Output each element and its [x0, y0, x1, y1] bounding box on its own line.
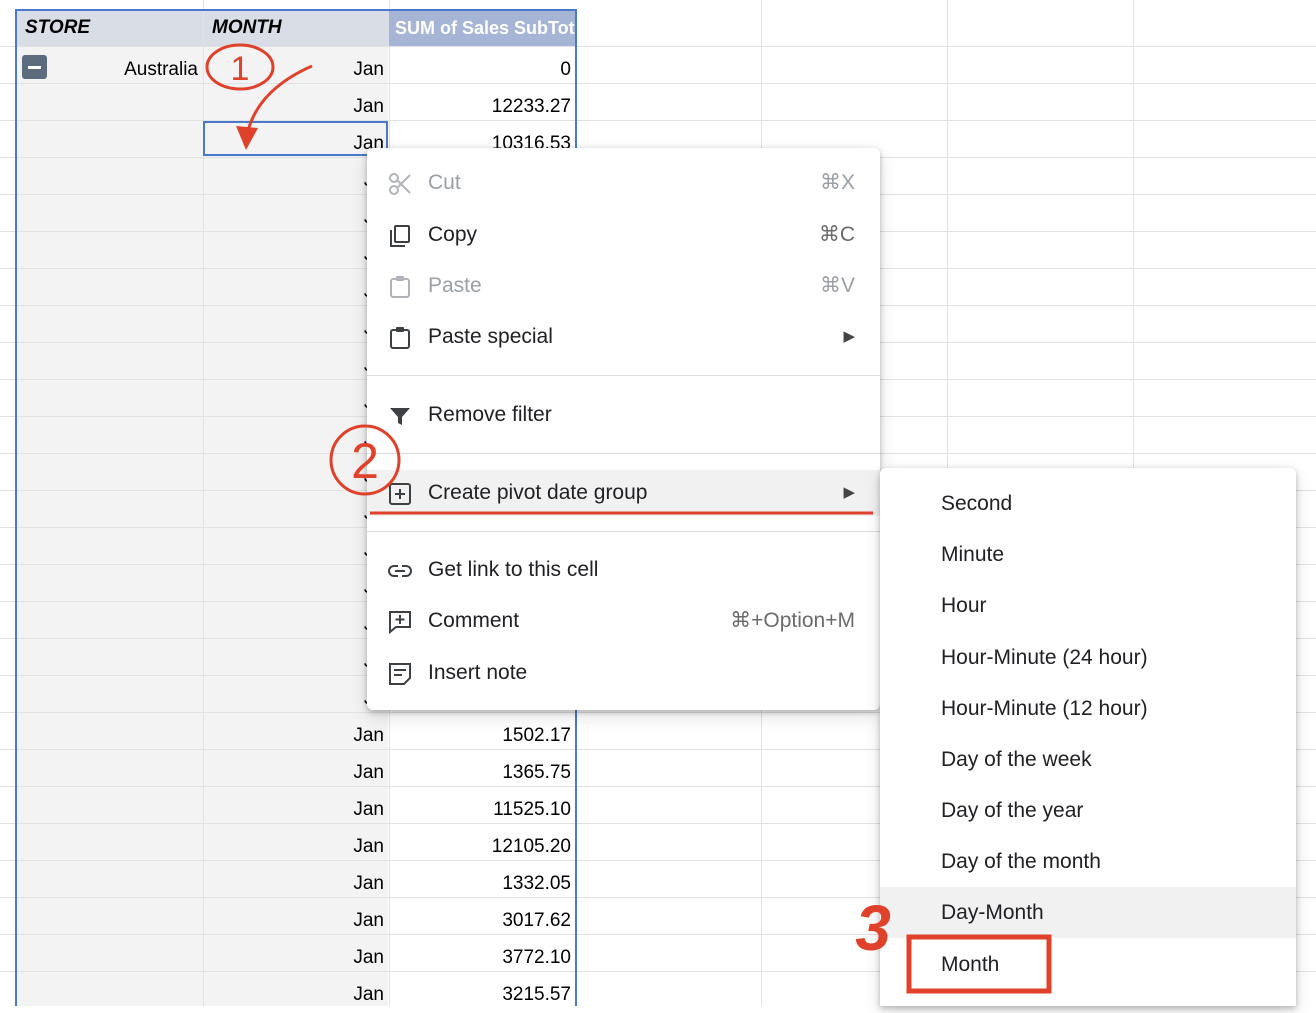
note-icon	[389, 663, 411, 685]
add-box-icon	[389, 483, 411, 505]
header-sum-sales[interactable]: SUM of Sales SubTotal	[389, 9, 576, 46]
month-cell[interactable]: Ja	[204, 643, 384, 680]
shortcut: ⌘+Option+M	[730, 609, 855, 632]
menu-label: Copy	[428, 223, 478, 246]
submenu-arrow-icon: ▶	[843, 328, 855, 345]
header-month[interactable]: MONTH	[204, 9, 389, 46]
month-cell[interactable]: Jan	[204, 865, 384, 902]
submenu-label: Hour-Minute (24 hour)	[941, 646, 1148, 669]
menu-item-comment[interactable]: Comment ⌘+Option+M	[367, 598, 880, 644]
month-cell[interactable]: Jan	[204, 828, 384, 865]
submenu-label: Minute	[941, 543, 1005, 566]
month-cell[interactable]: Ja	[204, 680, 384, 717]
month-cell[interactable]: Ja	[204, 162, 384, 199]
store-australia[interactable]: Australia	[60, 51, 198, 88]
month-cell[interactable]: Ja	[204, 606, 384, 643]
submenu-item-hour-minute-24[interactable]: Hour-Minute (24 hour)	[880, 632, 1296, 683]
pivot-border	[15, 9, 17, 1006]
selected-cell[interactable]	[203, 121, 388, 156]
submenu-arrow-icon: ▶	[843, 484, 855, 501]
submenu-label: Day of the week	[941, 748, 1092, 771]
shortcut: ⌘X	[819, 171, 855, 194]
submenu-label: Day of the year	[941, 799, 1084, 822]
month-cell[interactable]: Ja	[204, 310, 384, 347]
menu-label: Remove filter	[428, 403, 552, 426]
submenu-item-minute[interactable]: Minute	[880, 529, 1296, 580]
shortcut: ⌘V	[819, 274, 855, 297]
month-cell[interactable]: Jan	[204, 939, 384, 976]
sales-value-cell[interactable]: 3215.57	[390, 976, 571, 1013]
clipboard-icon	[390, 276, 410, 298]
month-cell[interactable]: Jan	[204, 717, 384, 754]
menu-item-insert-note[interactable]: Insert note	[367, 650, 880, 696]
date-group-submenu: Second Minute Hour Hour-Minute (24 hour)…	[880, 468, 1296, 1006]
month-cell[interactable]: Ja	[204, 199, 384, 236]
sales-value-cell[interactable]: 11525.10	[390, 791, 571, 828]
sales-value-cell[interactable]: 1332.05	[390, 865, 571, 902]
month-cell[interactable]: Jan	[204, 754, 384, 791]
month-cell[interactable]: Ja	[204, 273, 384, 310]
comment-icon	[389, 611, 411, 635]
shortcut: ⌘C	[818, 223, 855, 246]
month-cell[interactable]: Ja	[204, 458, 384, 495]
menu-item-cut[interactable]: Cut ⌘X	[367, 160, 880, 206]
menu-label: Comment	[428, 609, 520, 632]
copy-icon	[390, 225, 410, 247]
month-cell[interactable]: Ja	[204, 347, 384, 384]
month-cell[interactable]: Ja	[204, 384, 384, 421]
submenu-item-month[interactable]: Month	[880, 939, 1296, 990]
sales-value-cell[interactable]: 0	[390, 51, 571, 88]
submenu-label: Day of the month	[941, 850, 1101, 873]
month-cell[interactable]: Jan	[204, 902, 384, 939]
submenu-label: Hour-Minute (12 hour)	[941, 697, 1148, 720]
month-cell[interactable]: Jan	[204, 791, 384, 828]
filter-icon	[390, 408, 410, 425]
menu-label: Insert note	[428, 661, 528, 684]
menu-label: Paste special	[428, 325, 553, 348]
month-cell[interactable]: Ja	[204, 236, 384, 273]
submenu-label: Second	[941, 492, 1013, 515]
submenu-item-hour-minute-12[interactable]: Hour-Minute (12 hour)	[880, 683, 1296, 734]
month-cell[interactable]: Ja	[204, 421, 384, 458]
pivot-border	[15, 9, 577, 11]
sales-value-cell[interactable]: 3772.10	[390, 939, 571, 976]
clipboard-icon	[390, 327, 410, 349]
context-menu: Cut ⌘X Copy ⌘C Paste ⌘V Paste special ▶ …	[367, 148, 880, 710]
menu-item-remove-filter[interactable]: Remove filter	[367, 392, 880, 438]
scissors-icon	[389, 173, 411, 195]
submenu-item-day-of-month[interactable]: Day of the month	[880, 836, 1296, 887]
month-cell[interactable]: Ja	[204, 569, 384, 606]
sales-value-cell[interactable]: 1502.17	[390, 717, 571, 754]
store-column-shade	[17, 46, 203, 1006]
header-store[interactable]: STORE	[17, 9, 203, 46]
menu-item-paste-special[interactable]: Paste special ▶	[367, 314, 880, 360]
menu-item-copy[interactable]: Copy ⌘C	[367, 212, 880, 258]
menu-label: Paste	[428, 274, 482, 297]
submenu-item-day-of-week[interactable]: Day of the week	[880, 734, 1296, 785]
submenu-item-second[interactable]: Second	[880, 478, 1296, 529]
month-cell[interactable]: Jan	[204, 51, 384, 88]
collapse-group-button[interactable]	[22, 55, 47, 79]
submenu-item-hour[interactable]: Hour	[880, 580, 1296, 631]
submenu-item-day-month[interactable]: Day-Month	[880, 887, 1296, 938]
sales-value-cell[interactable]: 3017.62	[390, 902, 571, 939]
sales-value-cell[interactable]: 12233.27	[390, 88, 571, 125]
submenu-label: Month	[941, 953, 1000, 976]
sales-value-cell[interactable]: 1365.75	[390, 754, 571, 791]
menu-item-get-link[interactable]: Get link to this cell	[367, 547, 880, 593]
month-cell[interactable]: Jan	[204, 976, 384, 1013]
month-cell[interactable]: Ja	[204, 532, 384, 569]
month-cell[interactable]: Ja	[204, 495, 384, 532]
submenu-item-day-of-year[interactable]: Day of the year	[880, 785, 1296, 836]
menu-label: Create pivot date group	[428, 481, 648, 504]
submenu-label: Day-Month	[941, 901, 1044, 924]
link-icon	[388, 565, 412, 577]
sales-value-cell[interactable]: 12105.20	[390, 828, 571, 865]
menu-label: Cut	[428, 171, 461, 194]
month-cell[interactable]: Jan	[204, 88, 384, 125]
submenu-label: Hour	[941, 594, 987, 617]
menu-item-paste[interactable]: Paste ⌘V	[367, 263, 880, 309]
menu-item-create-pivot-date-group[interactable]: Create pivot date group ▶	[367, 470, 880, 516]
menu-label: Get link to this cell	[428, 558, 599, 581]
